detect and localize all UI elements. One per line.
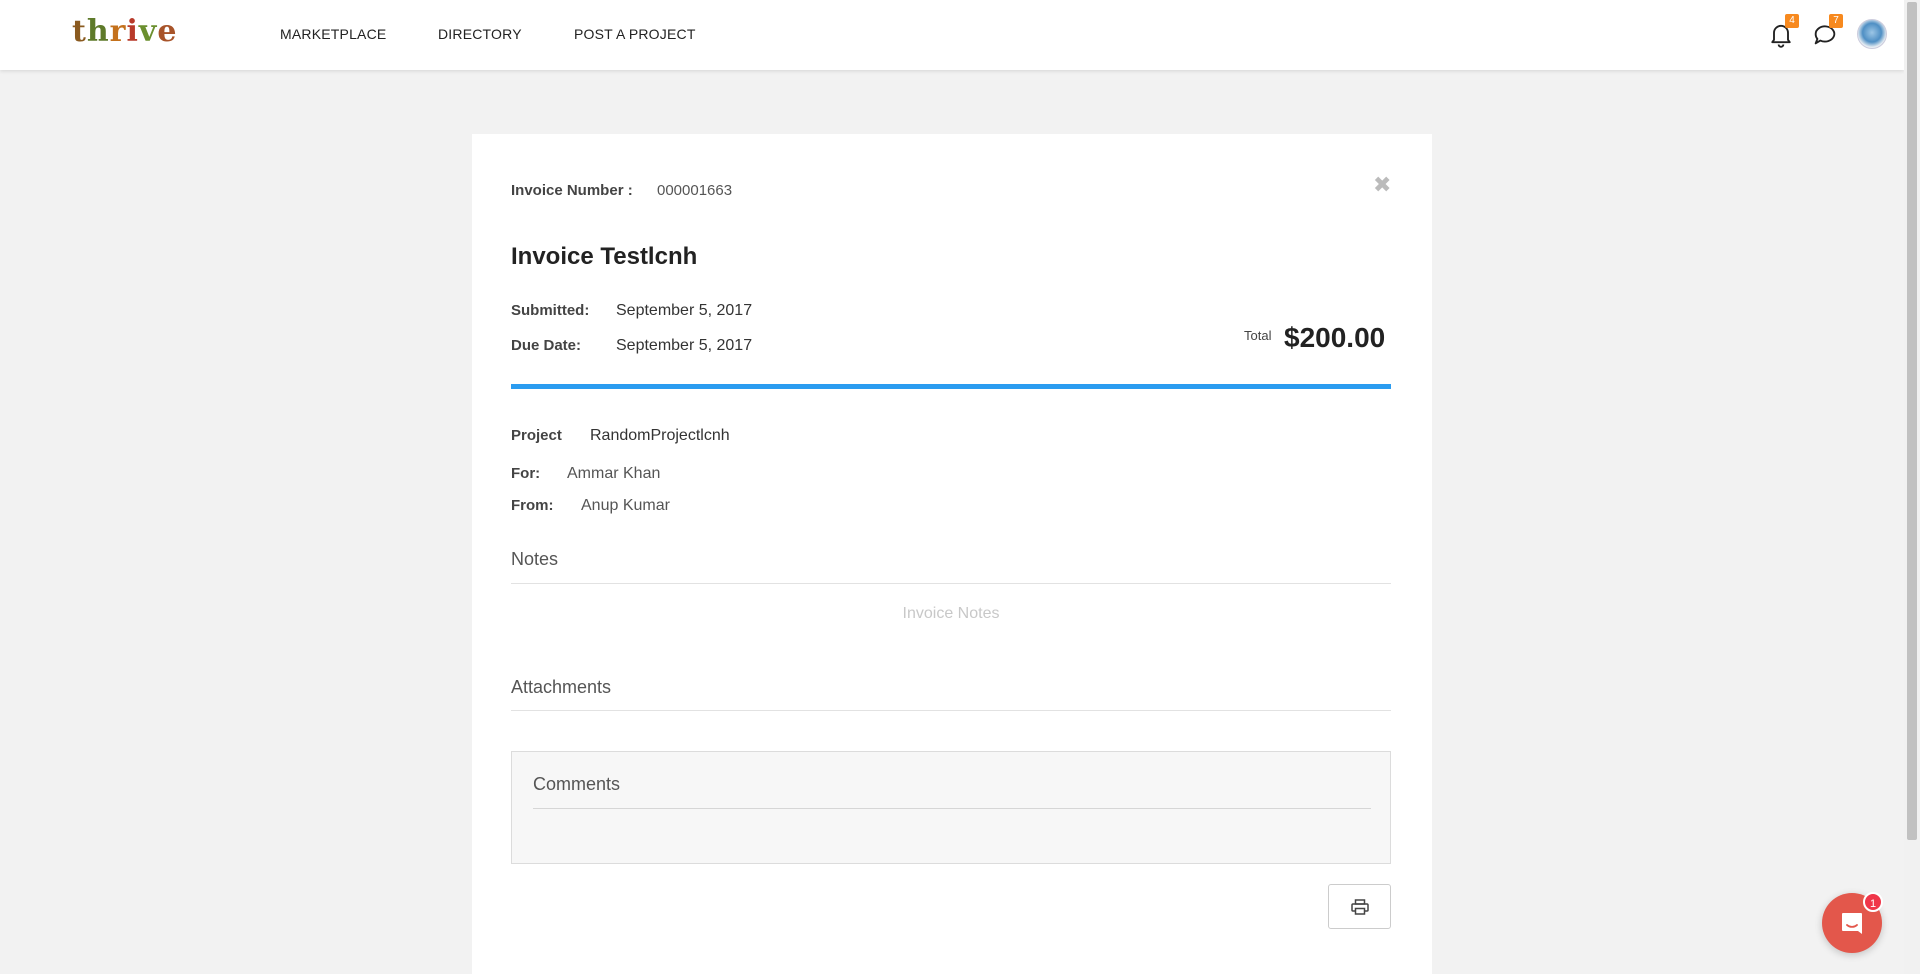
submitted-label: Submitted: xyxy=(511,302,590,319)
invoice-number-value: 000001663 xyxy=(657,182,733,199)
attachments-divider xyxy=(511,710,1391,711)
due-date-label: Due Date: xyxy=(511,337,582,354)
thrive-logo[interactable]: thrive xyxy=(72,14,177,49)
due-date: September 5, 2017 xyxy=(616,337,753,354)
invoice-progress-bar xyxy=(511,384,1391,389)
user-avatar[interactable] xyxy=(1857,19,1887,49)
messages-chat-icon[interactable]: 7 xyxy=(1811,14,1843,48)
for-name: Ammar Khan xyxy=(567,465,661,482)
print-button[interactable] xyxy=(1328,884,1391,929)
notes-heading: Notes xyxy=(511,549,559,569)
comments-heading: Comments xyxy=(533,774,621,794)
invoice-title: Invoice Testlcnh xyxy=(511,243,698,270)
close-icon[interactable]: ✖ xyxy=(1373,172,1391,198)
scrollbar-thumb[interactable] xyxy=(1907,2,1917,840)
from-name: Anup Kumar xyxy=(581,497,670,514)
for-label: For: xyxy=(511,465,541,482)
nav-post-a-project[interactable]: POST A PROJECT xyxy=(574,26,696,42)
total-label: Total xyxy=(1244,328,1272,343)
comments-panel: Comments xyxy=(511,751,1391,864)
comments-divider xyxy=(533,808,1371,809)
total-amount: $200.00 xyxy=(1284,322,1386,353)
page-scrollbar[interactable] xyxy=(1904,0,1920,974)
project-label: Project xyxy=(511,427,562,444)
nav-marketplace[interactable]: MARKETPLACE xyxy=(280,26,386,42)
invoice-notes-placeholder: Invoice Notes xyxy=(902,605,1000,622)
project-name[interactable]: RandomProjectlcnh xyxy=(590,427,730,445)
notifications-badge: 4 xyxy=(1785,14,1799,28)
notes-divider xyxy=(511,583,1391,584)
top-navigation-bar: thrive MARKETPLACE DIRECTORY POST A PROJ… xyxy=(0,0,1904,70)
chat-bubble-icon xyxy=(1842,913,1862,934)
attachments-heading: Attachments xyxy=(511,677,612,697)
printer-icon xyxy=(1350,898,1369,915)
nav-directory[interactable]: DIRECTORY xyxy=(438,26,522,42)
invoice-progress-fill xyxy=(511,384,1391,389)
messages-badge: 7 xyxy=(1829,14,1843,28)
submitted-date: September 5, 2017 xyxy=(616,302,753,319)
chat-launcher-badge: 1 xyxy=(1863,892,1883,912)
invoice-number-label: Invoice Number : xyxy=(511,182,633,199)
from-label: From: xyxy=(511,497,554,514)
notifications-bell-icon[interactable]: 4 xyxy=(1767,14,1799,48)
